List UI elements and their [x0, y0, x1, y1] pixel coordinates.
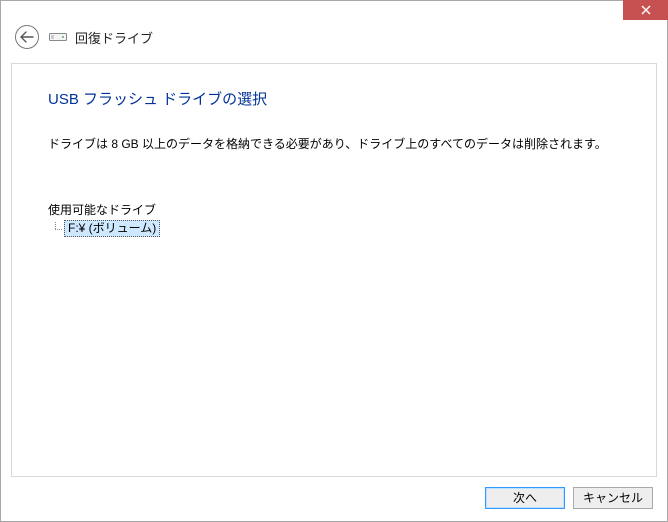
next-button[interactable]: 次へ	[485, 487, 565, 509]
footer: 次へ キャンセル	[1, 477, 667, 521]
list-item: F:¥ (ボリューム)	[52, 220, 620, 237]
header: 回復ドライブ	[1, 23, 667, 63]
close-icon	[641, 5, 651, 15]
titlebar	[1, 1, 667, 23]
description-text: ドライブは 8 GB 以上のデータを格納できる必要があり、ドライブ上のすべてのデ…	[48, 135, 620, 153]
wizard-window: 回復ドライブ USB フラッシュ ドライブの選択 ドライブは 8 GB 以上のデ…	[0, 0, 668, 522]
header-title: 回復ドライブ	[75, 28, 153, 47]
drive-entry[interactable]: F:¥ (ボリューム)	[64, 220, 160, 237]
back-button[interactable]	[15, 25, 39, 49]
cancel-button[interactable]: キャンセル	[573, 487, 653, 509]
tree-connector-icon	[52, 222, 64, 236]
arrow-left-icon	[20, 31, 34, 43]
available-drives-label: 使用可能なドライブ	[48, 201, 620, 218]
drive-list: F:¥ (ボリューム)	[52, 220, 620, 237]
close-button[interactable]	[623, 0, 668, 20]
page-title: USB フラッシュ ドライブの選択	[48, 88, 620, 109]
drive-icon	[49, 32, 67, 42]
content-panel: USB フラッシュ ドライブの選択 ドライブは 8 GB 以上のデータを格納でき…	[11, 63, 657, 477]
